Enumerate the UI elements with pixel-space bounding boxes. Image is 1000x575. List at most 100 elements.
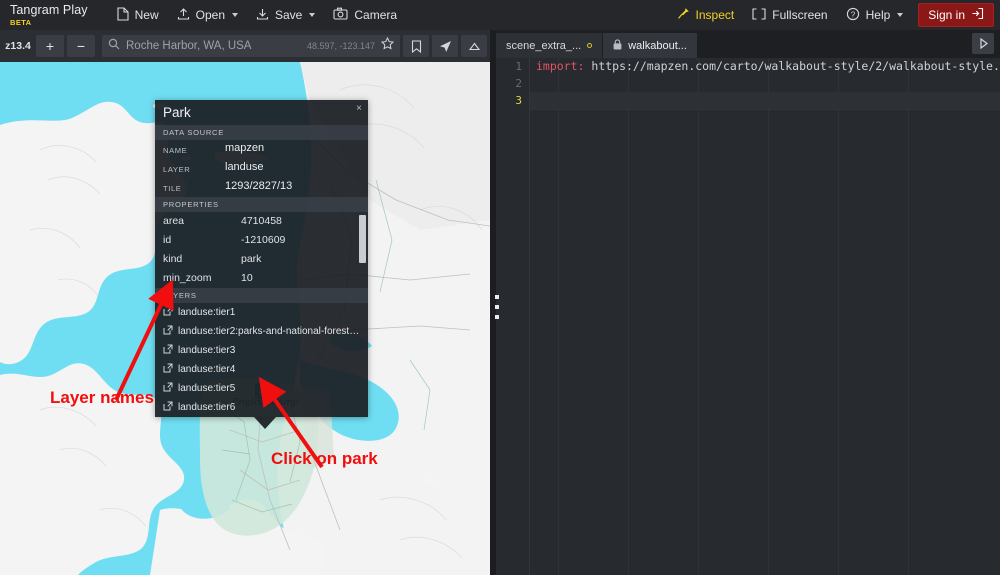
tab-scene-extra[interactable]: scene_extra_... <box>496 33 603 58</box>
geolocate-icon[interactable] <box>461 35 487 57</box>
property-value: 10 <box>241 272 253 284</box>
property-key: kind <box>163 253 183 265</box>
map-toolbar: z13.4 + − Roche Harbor, WA, USA 48.597, … <box>0 30 490 62</box>
map-pane[interactable]: English Camp z13.4 + − Roche Harbor, WA,… <box>0 30 490 575</box>
layer-name: landuse:tier1 <box>178 307 236 318</box>
line-number: 2 <box>515 77 522 90</box>
zoom-out-button[interactable]: − <box>67 35 95 57</box>
code-lines[interactable]: import: https://mapzen.com/carto/walkabo… <box>530 58 1000 575</box>
property-key: min_zoom <box>163 272 212 284</box>
tab-walkabout[interactable]: walkabout... <box>603 33 697 58</box>
external-link-icon <box>163 306 173 319</box>
layer-item[interactable]: landuse:tier4 <box>155 360 368 379</box>
code-line[interactable]: import: https://mapzen.com/carto/walkabo… <box>530 58 1000 75</box>
menu-item-fullscreen-label: Fullscreen <box>772 8 828 22</box>
external-link-icon <box>163 382 173 395</box>
svg-text:?: ? <box>850 10 855 19</box>
code-text: https://mapzen.com/carto/walkabout-style… <box>584 59 1000 73</box>
external-link-icon <box>163 325 173 338</box>
brand-name: Tangram Play <box>10 3 88 17</box>
layer-item[interactable]: landuse:tier6 <box>155 398 368 417</box>
data-source-key: TILE <box>163 184 182 193</box>
bookmark-icon[interactable] <box>403 35 429 57</box>
fullscreen-icon <box>752 7 766 23</box>
locate-arrow-icon[interactable] <box>432 35 458 57</box>
properties-list[interactable]: area 4710458 id -1210609 kind park min_z… <box>155 212 368 288</box>
layer-item[interactable]: landuse:tier2:parks-and-national-forests… <box>155 322 368 341</box>
editor-tab-bar: scene_extra_... walkabout... <box>496 30 1000 58</box>
menu-item-help[interactable]: ? Help <box>837 0 913 30</box>
code-line-active[interactable] <box>530 92 1000 109</box>
divider-dot <box>495 295 499 299</box>
property-key: area <box>163 215 185 227</box>
data-source-value: mapzen <box>225 142 265 154</box>
menu-item-save[interactable]: Save <box>247 0 324 30</box>
data-source-list: NAME mapzen LAYER landuse TILE 1293/2827… <box>155 140 368 197</box>
divider-dot <box>495 315 499 319</box>
layer-item[interactable]: landuse:tier3 <box>155 341 368 360</box>
feature-info-popup[interactable]: Park × DATA SOURCE NAME mapzen LAYER lan… <box>155 100 368 429</box>
layer-item[interactable]: landuse:tier1 <box>155 303 368 322</box>
layers-heading: LAYERS <box>155 288 368 303</box>
menu-item-camera-label: Camera <box>354 8 398 22</box>
menu-item-new[interactable]: New <box>108 0 168 30</box>
zoom-in-button[interactable]: + <box>36 35 64 57</box>
close-icon[interactable]: × <box>356 104 362 114</box>
data-source-row: TILE 1293/2827/13 <box>155 178 368 197</box>
chevron-down-icon <box>897 13 904 17</box>
zoom-level-label: z13.4 <box>5 40 31 52</box>
tangram-play-app: Tangram Play BETA New Open Save Camera I… <box>0 0 1000 575</box>
line-number-active: 3 <box>515 94 522 107</box>
code-line[interactable] <box>530 75 1000 92</box>
unsaved-dot-icon <box>587 43 593 48</box>
menu-item-new-label: New <box>134 8 159 22</box>
sign-in-icon <box>971 7 984 23</box>
editor-pane: scene_extra_... walkabout... 1 2 3 impor… <box>496 30 1000 575</box>
brand-beta-badge: BETA <box>10 17 32 27</box>
properties-scrollbar[interactable] <box>359 215 366 263</box>
layers-list: landuse:tier1 landuse:tier2:parks-and-na… <box>155 303 368 417</box>
layer-name: landuse:tier5 <box>178 383 236 394</box>
menu-item-open-label: Open <box>195 8 225 22</box>
save-download-icon <box>256 7 269 24</box>
app-brand[interactable]: Tangram Play BETA <box>10 4 88 26</box>
menu-item-camera[interactable]: Camera <box>324 0 406 30</box>
sign-in-button[interactable]: Sign in <box>918 3 994 27</box>
camera-icon <box>333 7 348 23</box>
menu-item-fullscreen[interactable]: Fullscreen <box>743 0 836 30</box>
tab-scene-extra-label: scene_extra_... <box>506 39 582 52</box>
star-icon[interactable] <box>380 36 395 55</box>
search-input[interactable]: Roche Harbor, WA, USA 48.597, -123.147 <box>102 35 400 57</box>
line-number-gutter: 1 2 3 <box>496 58 530 575</box>
property-row: min_zoom 10 <box>155 269 368 288</box>
property-row: area 4710458 <box>155 212 368 231</box>
layer-item[interactable]: landuse:tier5 <box>155 379 368 398</box>
annotation-click-on-park: Click on park <box>271 449 378 468</box>
popup-title: Park <box>163 105 191 120</box>
divider-dot <box>495 305 499 309</box>
sign-in-label: Sign in <box>928 8 965 22</box>
search-input-value[interactable]: Roche Harbor, WA, USA <box>126 40 301 52</box>
open-upload-icon <box>177 7 190 24</box>
popup-title-bar: Park × <box>155 100 368 125</box>
map-coordinates: 48.597, -123.147 <box>306 41 375 51</box>
property-row: id -1210609 <box>155 231 368 250</box>
data-source-value: 1293/2827/13 <box>225 180 293 192</box>
lock-icon <box>613 38 622 53</box>
menu-item-open[interactable]: Open <box>168 0 247 30</box>
menu-item-help-label: Help <box>865 8 891 22</box>
code-editor[interactable]: 1 2 3 import: https://mapzen.com/carto/w… <box>496 58 1000 575</box>
line-number: 1 <box>515 60 522 73</box>
divider-drag-handle[interactable] <box>495 295 500 325</box>
menu-bar: Tangram Play BETA New Open Save Camera I… <box>0 0 1000 30</box>
layer-name: landuse:tier2:parks-and-national-forests… <box>178 326 360 337</box>
run-icon[interactable] <box>972 33 994 54</box>
data-source-row: LAYER landuse <box>155 159 368 178</box>
menu-item-inspect[interactable]: Inspect <box>668 0 744 30</box>
menu-item-inspect-label: Inspect <box>695 8 735 22</box>
chevron-down-icon <box>309 13 316 17</box>
menu-item-save-label: Save <box>275 8 303 22</box>
popup-pointer <box>254 417 276 429</box>
property-key: id <box>163 234 172 246</box>
layer-name: landuse:tier3 <box>178 345 236 356</box>
